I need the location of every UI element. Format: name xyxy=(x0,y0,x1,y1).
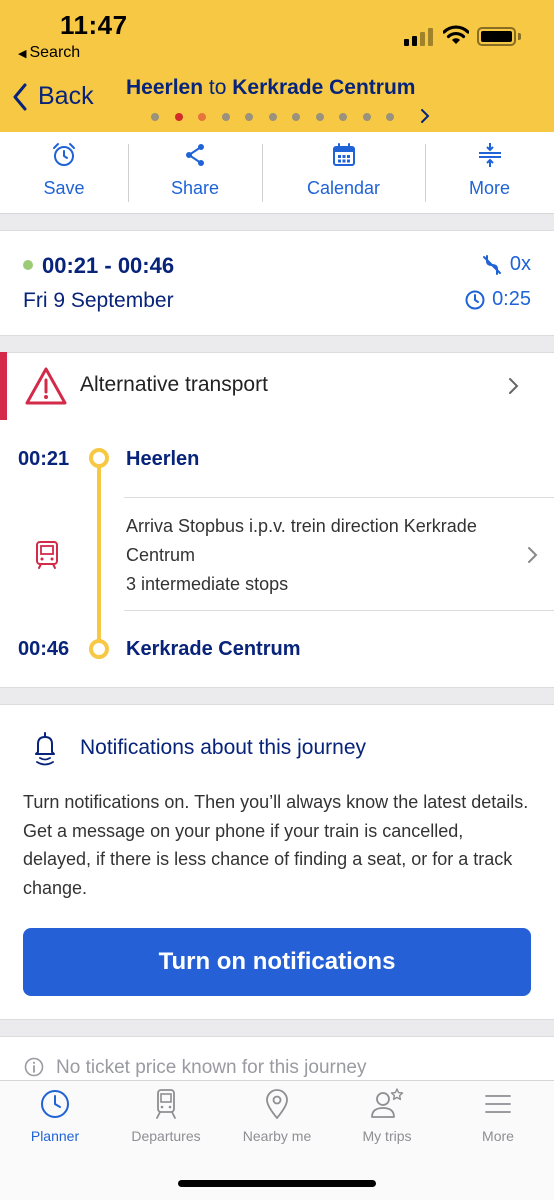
route-from: Heerlen xyxy=(126,76,204,99)
pager-dot[interactable] xyxy=(151,113,159,121)
chevron-right-icon[interactable] xyxy=(508,377,520,395)
pager-dot[interactable] xyxy=(221,113,230,121)
warning-icon xyxy=(25,367,67,405)
cellular-signal-icon xyxy=(404,26,434,46)
bell-icon xyxy=(35,732,55,766)
info-icon xyxy=(24,1057,44,1077)
expand-icon xyxy=(478,143,501,167)
clock-icon xyxy=(465,290,485,309)
calendar-label: Calendar xyxy=(306,178,381,198)
location-pin-icon xyxy=(266,1089,288,1119)
pager-dot[interactable] xyxy=(386,113,394,121)
route-connector: to xyxy=(208,76,227,99)
route-title: Heerlen to Kerkrade Centrum xyxy=(126,76,415,100)
tab-nearby-me[interactable]: Nearby me xyxy=(222,1088,332,1144)
tab-nearby-label: Nearby me xyxy=(242,1128,312,1144)
notifications-title: Notifications about this journey xyxy=(80,736,366,759)
pager-dot[interactable] xyxy=(245,113,253,121)
home-indicator[interactable] xyxy=(178,1180,376,1187)
back-triangle-icon: ◀ xyxy=(18,48,27,60)
share-icon xyxy=(186,144,204,166)
tab-planner-label: Planner xyxy=(30,1128,80,1144)
alternative-transport-link[interactable]: Alternative transport xyxy=(80,373,268,397)
chevron-left-icon xyxy=(13,83,27,110)
clock-icon xyxy=(41,1090,69,1118)
arrival-station[interactable]: Kerkrade Centrum xyxy=(126,638,301,661)
arrival-stop-marker xyxy=(89,639,109,659)
save-button[interactable]: Save xyxy=(0,132,128,213)
divider xyxy=(124,610,554,611)
departure-station[interactable]: Heerlen xyxy=(126,448,199,471)
leg-line1: Arriva Stopbus i.p.v. trein direction Ke… xyxy=(126,516,477,536)
menu-icon xyxy=(485,1095,511,1113)
calendar-button[interactable]: Calendar xyxy=(262,132,425,213)
back-to-app[interactable]: ◀ Search xyxy=(18,44,80,62)
turn-on-notifications-button[interactable]: Turn on notifications xyxy=(23,928,531,996)
pager-dot[interactable] xyxy=(198,113,206,121)
tab-departures[interactable]: Departures xyxy=(111,1088,221,1144)
divider xyxy=(124,497,554,498)
trip-summary xyxy=(0,230,554,336)
share-button[interactable]: Share xyxy=(128,132,262,213)
notifications-body: Turn notifications on. Then you’ll alway… xyxy=(23,792,529,898)
chevron-right-icon[interactable] xyxy=(527,546,539,564)
on-time-indicator xyxy=(23,260,33,270)
transfers-icon xyxy=(482,254,501,275)
more-button[interactable]: More xyxy=(425,132,554,213)
pager-dot[interactable] xyxy=(268,113,277,121)
leg-details[interactable]: Arriva Stopbus i.p.v. trein direction Ke… xyxy=(126,512,526,599)
pager-dot[interactable] xyxy=(339,113,347,121)
ticket-price-text: No ticket price known for this journey xyxy=(56,1057,367,1078)
trip-time-range: 00:21 - 00:46 xyxy=(42,253,175,278)
pager-next-icon[interactable] xyxy=(420,108,430,124)
trip-date: Fri 9 September xyxy=(23,289,174,312)
share-label: Share xyxy=(170,178,220,198)
battery-cap xyxy=(518,33,521,40)
trip-duration: 0:25 xyxy=(465,288,531,311)
tab-more-label: More xyxy=(482,1128,514,1144)
alarm-clock-icon xyxy=(53,143,75,166)
duration-value: 0:25 xyxy=(492,288,531,310)
tab-my-trips-label: My trips xyxy=(362,1128,412,1144)
leg-line2: Centrum xyxy=(126,545,196,565)
action-bar: Save Share Calendar More xyxy=(0,132,554,214)
departure-stop-marker xyxy=(89,448,109,468)
train-icon xyxy=(156,1089,176,1119)
more-label: More xyxy=(468,178,510,198)
route-line xyxy=(97,466,101,643)
pager-dot[interactable] xyxy=(362,113,371,121)
save-label: Save xyxy=(43,178,85,198)
route-to: Kerkrade Centrum xyxy=(232,76,416,99)
battery-icon xyxy=(477,27,516,46)
person-star-icon xyxy=(371,1088,404,1118)
alert-strip xyxy=(0,352,7,420)
back-app-label: Search xyxy=(29,44,81,61)
tab-more[interactable]: More xyxy=(443,1088,553,1144)
back-button[interactable]: Back xyxy=(12,82,94,111)
calendar-icon xyxy=(332,143,355,166)
tab-departures-label: Departures xyxy=(131,1128,201,1144)
transfers-count: 0x xyxy=(481,253,531,276)
tab-my-trips[interactable]: My trips xyxy=(332,1088,442,1144)
tab-planner[interactable]: Planner xyxy=(0,1088,110,1144)
pager-dot[interactable] xyxy=(292,113,300,121)
wifi-icon xyxy=(443,25,469,44)
journey-pager[interactable] xyxy=(151,113,410,121)
pager-dot[interactable] xyxy=(315,113,324,121)
pager-dot-active[interactable] xyxy=(174,113,183,121)
arrival-time: 00:46 xyxy=(18,638,70,660)
transfers-value: 0x xyxy=(509,253,531,275)
departure-time: 00:21 xyxy=(18,448,70,470)
intermediate-stops: 3 intermediate stops xyxy=(126,574,289,594)
back-label: Back xyxy=(38,82,94,110)
status-time: 11:47 xyxy=(60,10,128,40)
bus-icon xyxy=(36,541,58,569)
